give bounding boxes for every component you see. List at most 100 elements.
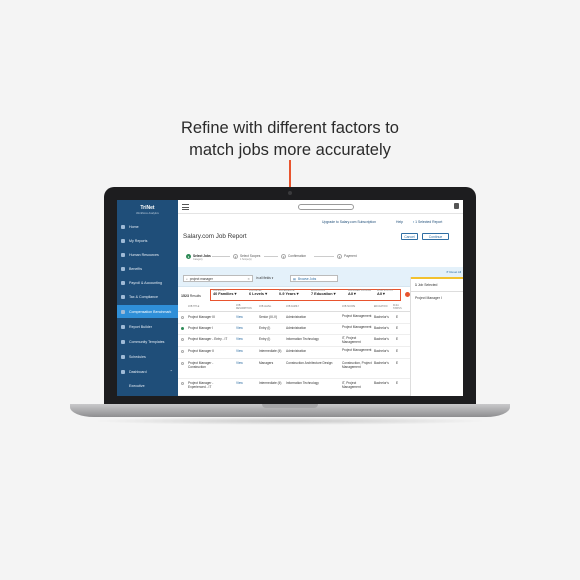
education: Bachelor's	[374, 381, 389, 385]
job-scope: Project Management	[342, 348, 372, 352]
selected-job-item[interactable]: Project Manager I	[415, 296, 442, 300]
filter-value: 6 Levels	[249, 292, 264, 296]
column-header-job-level[interactable]: JOB LEVEL	[259, 306, 271, 309]
job-title: Project Manager II	[188, 349, 215, 353]
table-row[interactable]: Project Manager III View Senior (III-V) …	[178, 313, 410, 324]
job-family: Administration	[286, 315, 307, 319]
sidebar-item-label: Dashboard	[129, 369, 147, 374]
step-label: Confirmation	[288, 254, 307, 258]
payroll-icon	[121, 280, 125, 285]
browse-icon: ▤	[293, 276, 297, 281]
dashboard-icon	[121, 369, 125, 374]
filter-category[interactable]: CATEGORY 40 Families ▾	[213, 289, 236, 297]
sidebar-item-home[interactable]: Home	[117, 220, 178, 233]
filter-experience[interactable]: EXPERIENCE 0-9 Years ▾	[279, 289, 299, 297]
job-level: Intermediate (II)	[259, 381, 282, 385]
row-select-radio[interactable]	[181, 382, 184, 385]
templates-icon	[121, 339, 125, 344]
step-select-jobs[interactable]: 1 Select Jobs Category	[186, 254, 211, 261]
sidebar-item-schedules[interactable]: Schedules	[117, 350, 178, 363]
job-title: Project Manager III	[188, 315, 215, 319]
sidebar-item-label: Community Templates	[129, 339, 165, 344]
row-select-radio[interactable]	[181, 338, 184, 341]
reset-all-link[interactable]: ↺ Reset All	[446, 270, 461, 274]
column-header-job-scope[interactable]: JOB SCOPE	[342, 306, 355, 309]
education: Bachelor's	[374, 337, 389, 341]
step-number: 4	[337, 254, 342, 259]
browse-jobs-button[interactable]: ▤ Browse Jobs	[290, 275, 338, 282]
sidebar-item-human-resources[interactable]: Human Resources	[117, 248, 178, 261]
global-search-input[interactable]	[298, 204, 354, 210]
search-value: project manager	[189, 276, 213, 281]
sidebar-item-report-builder[interactable]: Report Builder	[117, 320, 178, 333]
table-row[interactable]: Project Manager II View Intermediate (II…	[178, 347, 410, 359]
table-row[interactable]: Project Manager - Entry - IT View Entry …	[178, 335, 410, 347]
column-header-education[interactable]: EDUCATION	[374, 306, 387, 309]
view-link[interactable]: View	[236, 349, 243, 353]
sidebar-item-payroll[interactable]: Payroll & Accounting	[117, 276, 178, 289]
cancel-button[interactable]: Cancel	[401, 233, 418, 240]
row-select-radio[interactable]	[181, 327, 184, 330]
row-select-radio[interactable]	[181, 362, 184, 365]
sidebar-item-label: My Reports	[129, 238, 148, 243]
job-scope: Construction, Project Management	[342, 361, 372, 369]
filter-value: All	[348, 292, 353, 296]
filter-job-level[interactable]: JOB LEVEL 6 Levels ▾	[249, 289, 267, 297]
sidebar-item-executive[interactable]: Executive	[117, 379, 178, 392]
table-row[interactable]: Project Manager - Construction View Mana…	[178, 359, 410, 379]
step-sublabel: 1 Scope(s)	[240, 258, 252, 261]
column-header-job-description[interactable]: JOB DESCRIPTION	[236, 305, 252, 310]
job-level: Intermediate (II)	[259, 349, 282, 353]
sidebar-item-tax[interactable]: Tax & Compliance	[117, 290, 178, 303]
step-select-scopes[interactable]: 2 Select Scopes 1 Scope(s)	[233, 254, 260, 261]
view-link[interactable]: View	[236, 381, 243, 385]
sidebar-item-compensation-benchmark[interactable]: Compensation Benchmark	[117, 305, 178, 318]
view-link[interactable]: View	[236, 361, 243, 365]
education: Bachelor's	[374, 315, 389, 319]
caption: Refine with different factors to match j…	[0, 117, 580, 161]
flsa-status: E	[396, 326, 399, 330]
row-select-radio[interactable]	[181, 316, 184, 319]
sidebar-item-label: Home	[129, 224, 139, 229]
sidebar-item-my-reports[interactable]: My Reports	[117, 234, 178, 247]
clear-icon[interactable]: ✕	[247, 277, 250, 281]
sidebar-item-benefits[interactable]: Benefits	[117, 262, 178, 275]
people-icon	[121, 252, 125, 257]
help-link[interactable]: Help	[396, 220, 403, 224]
sidebar-item-community-templates[interactable]: Community Templates	[117, 335, 178, 348]
job-search-input[interactable]: ⌕ project manager ✕	[183, 275, 253, 282]
step-payment[interactable]: 4 Payment	[337, 254, 357, 259]
education: Bachelor's	[374, 361, 389, 365]
sidebar-item-label: Compensation Benchmark	[129, 309, 172, 314]
sidebar-item-dashboard[interactable]: Dashboard ⌃	[117, 365, 178, 378]
job-level: Entry (I)	[259, 326, 271, 330]
chevron-down-icon: ▾	[353, 292, 356, 296]
column-header-job-family[interactable]: JOB FAMILY	[286, 306, 299, 309]
continue-button[interactable]: Continue	[422, 233, 449, 240]
view-link[interactable]: View	[236, 315, 243, 319]
table-row[interactable]: Project Manager - Experienced - IT View …	[178, 379, 410, 396]
step-label: Payment	[344, 254, 357, 258]
step-confirmation[interactable]: 3 Confirmation	[281, 254, 306, 259]
selected-report-link[interactable]: ▪ 1 Selected Report	[413, 220, 442, 224]
top-bar	[178, 200, 463, 214]
filter-education[interactable]: EDUCATION 7 Education ▾	[311, 289, 336, 297]
upgrade-link[interactable]: Upgrade to Salary.com Subscription	[322, 220, 376, 224]
notification-icon[interactable]	[454, 203, 459, 209]
reset-all-label: Reset All	[449, 270, 462, 274]
view-link[interactable]: View	[236, 337, 243, 341]
view-link[interactable]: View	[236, 326, 243, 330]
column-header-job-title[interactable]: JOB TITLE	[188, 306, 199, 309]
home-icon	[121, 224, 125, 229]
table-row[interactable]: Project Manager I View Entry (I) Adminis…	[178, 324, 410, 335]
filter-flsa-status[interactable]: FLSA STATUS All ▾	[377, 289, 393, 297]
search-fields-select[interactable]: in all fields ▾	[256, 276, 273, 280]
filter-manager-profile[interactable]: MANAGER PROFILE All ▾	[348, 289, 371, 297]
job-scope: Project Management	[342, 325, 372, 329]
filter-value: All	[377, 292, 382, 296]
browse-jobs-label: Browse Jobs	[298, 276, 317, 281]
row-select-radio[interactable]	[181, 350, 184, 353]
search-icon: ⌕	[186, 276, 188, 281]
column-header-flsa-status[interactable]: FLSA STATUS	[393, 305, 407, 310]
menu-icon[interactable]	[182, 204, 189, 210]
